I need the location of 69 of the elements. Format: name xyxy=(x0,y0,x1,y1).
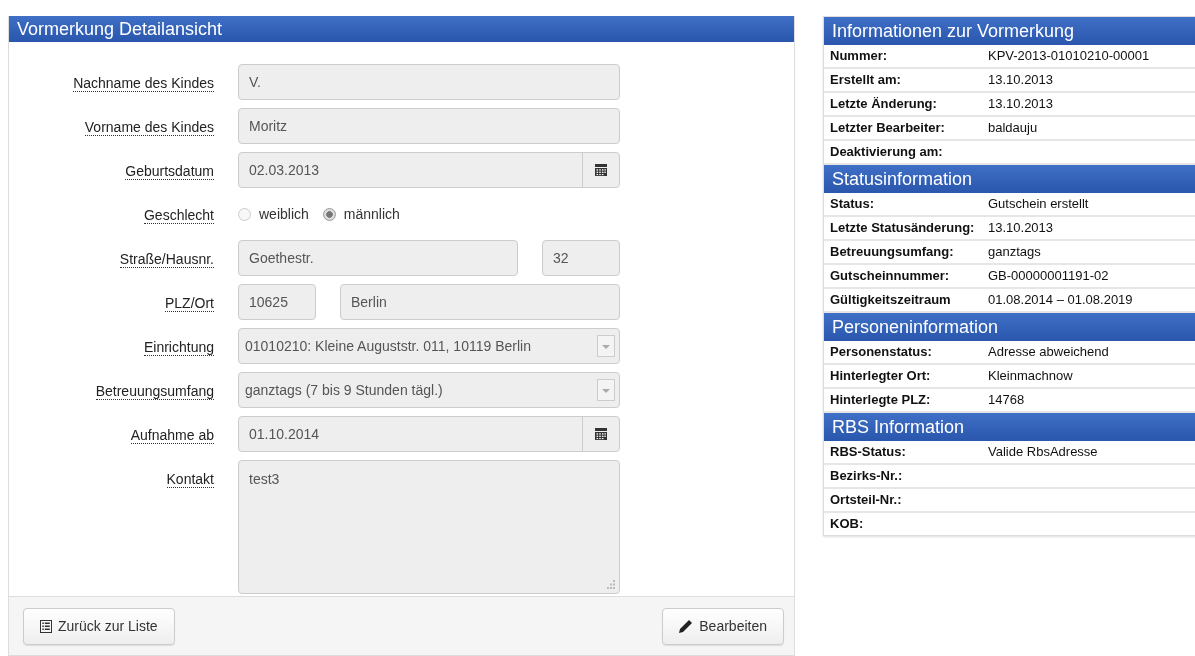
info-label: Bezirks-Nr.: xyxy=(829,467,904,485)
section-title: RBS Information xyxy=(824,413,1195,441)
info-label: Letzter Bearbeiter: xyxy=(829,119,946,137)
info-value: baldauju xyxy=(987,119,1038,137)
field-label: Betreuungsumfang xyxy=(95,383,214,400)
info-label: Personenstatus: xyxy=(829,343,933,361)
back-button[interactable]: Zurück zur Liste xyxy=(23,607,175,645)
resize-grip-icon[interactable] xyxy=(606,580,615,589)
list-icon xyxy=(40,619,52,633)
field-label: Kontakt xyxy=(166,471,214,488)
field-label: Geburtsdatum xyxy=(125,163,214,180)
field-label: Geschlecht xyxy=(143,207,214,224)
info-label: Nummer: xyxy=(829,47,889,65)
info-label: Betreuungsumfang: xyxy=(829,243,955,261)
info-label: Letzte Statusänderung: xyxy=(829,219,976,237)
date-field[interactable]: 02.03.2013 xyxy=(238,152,620,188)
caret-icon[interactable] xyxy=(597,379,615,401)
field-label: Nachname des Kindes xyxy=(73,75,214,92)
info-value: 14768 xyxy=(987,391,1025,409)
info-value: 13.10.2013 xyxy=(987,95,1054,113)
calendar-icon[interactable] xyxy=(595,164,607,176)
field-label: Einrichtung xyxy=(143,339,214,356)
info-value: GB-00000001191-02 xyxy=(987,267,1109,285)
text-field[interactable]: Goethestr. xyxy=(238,240,518,276)
info-value: Adresse abweichend xyxy=(987,343,1109,361)
calendar-icon[interactable] xyxy=(595,428,607,440)
info-label: RBS-Status: xyxy=(829,443,907,461)
info-label: Letzte Änderung: xyxy=(829,95,938,113)
text-area[interactable]: test3 xyxy=(238,460,620,594)
option-label: weiblich xyxy=(259,206,309,222)
info-label: Status: xyxy=(829,195,876,213)
text-field[interactable]: Berlin xyxy=(340,284,620,320)
info-value: ganztags xyxy=(987,243,1041,261)
info-label: Hinterlegte PLZ: xyxy=(829,391,932,409)
radio-button[interactable] xyxy=(322,207,336,221)
select-field[interactable]: 01010210: Kleine Auguststr. 011, 10119 Berlin xyxy=(238,328,620,364)
info-label: Ortsteil-Nr.: xyxy=(829,491,903,509)
info-value: Valide RbsAdresse xyxy=(987,443,1098,461)
text-field[interactable]: Moritz xyxy=(238,108,620,144)
caret-icon[interactable] xyxy=(597,335,615,357)
info-label: Erstellt am: xyxy=(829,71,902,89)
section-title: Personeninformation xyxy=(824,313,1195,341)
info-value: 13.10.2013 xyxy=(987,219,1054,237)
info-value: 13.10.2013 xyxy=(987,71,1054,89)
text-field[interactable]: 10625 xyxy=(238,284,316,320)
info-label: Hinterlegter Ort: xyxy=(829,367,932,385)
info-label: KOB: xyxy=(829,515,865,533)
text-field[interactable]: 32 xyxy=(542,240,620,276)
date-field[interactable]: 01.10.2014 xyxy=(238,416,620,452)
info-value: KPV-2013-01010210-00001 xyxy=(987,47,1150,65)
section-title: Informationen zur Vormerkung xyxy=(824,17,1195,45)
field-label: Straße/Hausnr. xyxy=(119,251,214,268)
edit-button[interactable]: Bearbeiten xyxy=(662,607,784,645)
info-label: Deaktivierung am: xyxy=(829,143,944,161)
info-label: Gültigkeitszeitraum xyxy=(829,291,952,309)
field-label: PLZ/Ort xyxy=(165,295,214,312)
select-field[interactable]: ganztags (7 bis 9 Stunden tägl.) xyxy=(238,372,620,408)
section-title: Statusinformation xyxy=(824,165,1195,193)
pencil-icon xyxy=(679,619,694,633)
info-value: Kleinmachnow xyxy=(987,367,1073,385)
panel-title: Vormerkung Detailansicht xyxy=(9,16,794,42)
field-label: Aufnahme ab xyxy=(130,427,214,444)
info-value: Gutschein erstellt xyxy=(987,195,1089,213)
radio-button[interactable] xyxy=(238,207,251,221)
option-label: männlich xyxy=(343,206,400,222)
info-label: Gutscheinnummer: xyxy=(829,267,951,285)
text-field[interactable]: V. xyxy=(238,64,620,100)
field-label: Vorname des Kindes xyxy=(84,119,214,136)
info-value: 01.08.2014 – 01.08.2019 xyxy=(987,291,1133,309)
